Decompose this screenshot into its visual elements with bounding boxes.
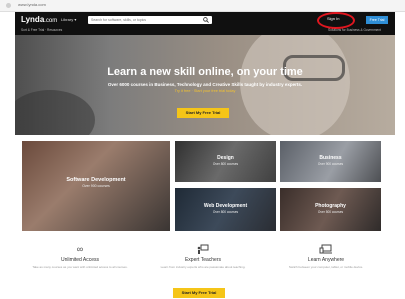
top-navigation: Lynda.com Library ▾ Sign In Free Trial S… (15, 12, 395, 35)
feature-title: Unlimited Access (60, 257, 100, 263)
devices-icon (266, 244, 386, 254)
category-count: Over 800 courses (212, 162, 239, 166)
feature-expert-teachers: Expert Teachers Learn from industry expe… (143, 244, 263, 269)
start-free-trial-button[interactable]: Start My Free Trial (177, 108, 229, 118)
hero-tagline: Try it free · Start your free trial toda… (174, 89, 236, 93)
category-title: Photography (315, 203, 346, 209)
category-title: Software Development (66, 177, 126, 183)
feature-title: Learn Anywhere (307, 257, 345, 263)
category-tile-photography[interactable]: Photography Over 500 courses (280, 188, 381, 231)
category-count: Over 500 courses (317, 210, 344, 214)
feature-learn-anywhere: Learn Anywhere Switch between your compu… (266, 244, 386, 269)
category-count: Over 900 courses (317, 162, 344, 166)
search-icon[interactable] (203, 17, 209, 23)
hero-title: Learn a new skill online, on your time (107, 66, 303, 78)
category-count: Over 800 courses (212, 210, 239, 214)
infinity-icon: ∞ (76, 244, 84, 254)
category-tile-web-development[interactable]: Web Development Over 800 courses (175, 188, 276, 231)
search-input[interactable] (91, 16, 196, 24)
logo-name: Lynda (21, 15, 45, 24)
sub-navigation[interactable]: Sort & Free Trial · Resources (21, 28, 62, 32)
category-title: Web Development (203, 203, 248, 209)
business-solutions-link[interactable]: Solutions for Business & Government (328, 28, 381, 32)
browser-address-bar[interactable]: www.lynda.com (0, 0, 405, 12)
highlight-circle (317, 12, 355, 29)
search-box[interactable] (88, 16, 212, 24)
teacher-icon (143, 244, 263, 254)
category-title: Business (319, 155, 342, 161)
category-tile-software-development[interactable]: Software Development Over 900 courses (22, 141, 170, 231)
free-trial-button[interactable]: Free Trial (366, 16, 388, 24)
feature-description: Take as many courses as you want with un… (32, 265, 128, 269)
category-tile-business[interactable]: Business Over 900 courses (280, 141, 381, 182)
category-tile-design[interactable]: Design Over 800 courses (175, 141, 276, 182)
hero-banner: Learn a new skill online, on your time O… (15, 35, 395, 135)
feature-title: Expert Teachers (184, 257, 222, 263)
hero-subtitle: Over 6000 courses in Business, Technolog… (107, 82, 303, 87)
hero-photo-shoulder (15, 90, 95, 135)
logo-suffix: .com (44, 18, 58, 24)
feature-description: Learn from industry experts who are pass… (160, 265, 246, 269)
url-text[interactable]: www.lynda.com (18, 2, 46, 7)
library-menu[interactable]: Library ▾ (61, 17, 76, 22)
browser-back-icon[interactable] (6, 3, 11, 8)
feature-description: Switch between your computer, tablet, or… (288, 265, 364, 269)
start-free-trial-button-bottom[interactable]: Start My Free Trial (173, 288, 225, 298)
feature-unlimited-access: ∞ Unlimited Access Take as many courses … (20, 244, 140, 269)
lynda-logo[interactable]: Lynda.com (21, 15, 57, 24)
category-count: Over 900 courses (82, 184, 110, 188)
category-title: Design (217, 155, 234, 161)
